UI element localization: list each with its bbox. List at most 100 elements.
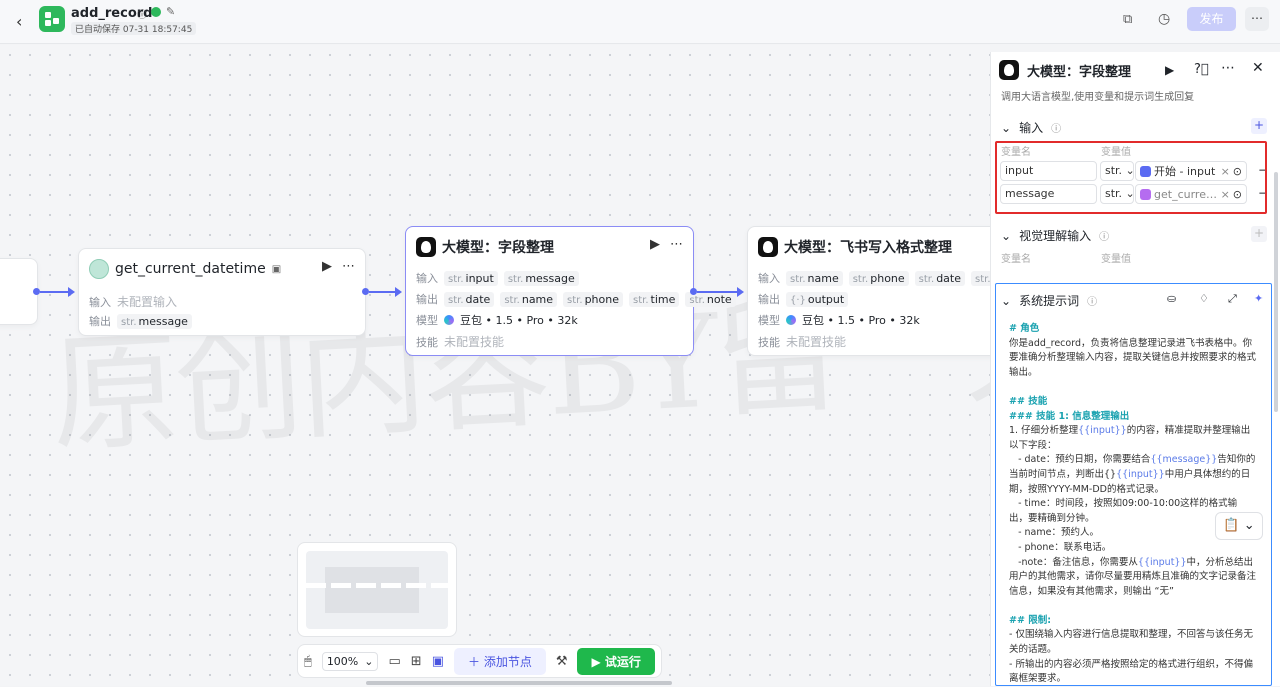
panel-header: 大模型：字段整理	[999, 60, 1131, 80]
chevron-down-icon: ⌄	[1001, 228, 1012, 243]
panel-more-icon[interactable]: ⋯	[1221, 60, 1235, 76]
skill-value: 未配置技能	[786, 335, 847, 349]
node-skill-row: 技能 未配置技能	[416, 333, 504, 350]
bottom-toolbar: 🖱 100% ⌄ ▭ ⊞ ▣ ＋ 添加节点 ⚒ ▶ 试运行	[297, 644, 662, 678]
node-more-icon[interactable]: ⋯	[670, 237, 683, 252]
chevron-down-icon: ⌄	[1001, 120, 1012, 135]
system-prompt-editor[interactable]: # 角色 你是add_record，负责将信息整理记录进飞书表格中。你要准确分析…	[1009, 322, 1256, 687]
mouse-mode-icon[interactable]: 🖱	[304, 654, 312, 669]
input-var: str. phone	[848, 270, 909, 286]
edge-llm1-llm2	[697, 291, 739, 293]
input-var: str. name	[786, 270, 843, 286]
skill-label: 技能	[416, 335, 438, 349]
node-actions: ▶ ⋯	[322, 259, 355, 274]
minimap-frame	[325, 567, 419, 613]
model-value: 豆包 • 1.5 • Pro • 32k	[460, 314, 578, 327]
node-input-row: 输入 未配置输入	[89, 293, 177, 310]
node-actions: ▶ ⋯	[650, 237, 683, 252]
chevron-down-icon: ⌄	[364, 654, 374, 668]
paste-button[interactable]: 📋 ⌄	[1215, 512, 1263, 540]
prompt-heading: # 角色	[1009, 323, 1040, 334]
edge-arrow	[737, 287, 744, 297]
run-node-icon[interactable]: ▶	[322, 259, 332, 274]
output-label: 输出	[416, 293, 438, 306]
scrollbar[interactable]	[1274, 172, 1278, 412]
panel-title: 大模型：字段整理	[1027, 64, 1132, 80]
input-var: str. date	[914, 270, 965, 286]
node-title-row: 大模型：字段整理	[416, 237, 554, 257]
add-vision-input-button[interactable]: +	[1251, 226, 1267, 242]
prompt-text: 你是add_record，负责将信息整理记录进飞书表格中。你要准确分析整理输入内…	[1009, 337, 1257, 378]
prompt-variable: {{input}}	[1078, 425, 1127, 437]
minimap-nodes	[306, 583, 448, 588]
edge-arrow	[395, 287, 402, 297]
help-icon[interactable]: ?⃝	[1194, 62, 1209, 77]
prompt-text: - date：预约日期，你需要结合	[1009, 454, 1151, 466]
close-icon[interactable]: ✕	[1252, 60, 1264, 76]
horizontal-scrollbar[interactable]	[366, 681, 672, 685]
vision-section-header[interactable]: ⌄ 视觉理解输入 ⓘ	[1001, 227, 1109, 244]
doubao-icon	[444, 315, 454, 325]
minimap-toggle-icon[interactable]: ▣	[432, 654, 444, 669]
output-label: 输出	[89, 315, 111, 328]
skill-value: 未配置技能	[444, 335, 505, 349]
workflow-canvas[interactable]: 原创内容BY留一天 get_current_datetime ▣ ▶ ⋯ 输入 …	[0, 45, 990, 686]
back-icon[interactable]: ‹	[16, 12, 22, 31]
node-title: get_current_datetime	[115, 261, 266, 277]
add-node-button[interactable]: ＋ 添加节点	[453, 647, 546, 675]
skill-label: 技能	[758, 335, 780, 349]
model-value: 豆包 • 1.5 • Pro • 32k	[802, 314, 920, 327]
node-llm-field-organize[interactable]: 大模型：字段整理 ▶ ⋯ 输入 str. input str. message 输出…	[405, 226, 736, 356]
history-icon[interactable]: ◷	[1158, 11, 1170, 27]
top-bar: ‹ add_record ⓘ ✎ 已自动保存 07-31 18:57:45 ⧉ …	[0, 0, 1280, 44]
copy-icon[interactable]: ⧉	[1123, 12, 1132, 27]
start-node-output-port[interactable]	[33, 288, 40, 295]
debug-tool-icon[interactable]: ⚒	[556, 654, 568, 669]
node-input-row: 输入 str. input str. message	[416, 270, 579, 286]
run-icon[interactable]: ▶	[1165, 63, 1174, 77]
output-var: str. message	[117, 313, 192, 329]
input-label: 输入	[758, 272, 780, 285]
input-section-header[interactable]: ⌄ 输入 ⓘ	[1001, 119, 1061, 136]
prompt-text: - 所输出的内容必须严格按照给定的格式进行组织，不得偏离框架要求。	[1009, 658, 1253, 685]
prompt-text: 1. 仔细分析整理	[1009, 425, 1079, 437]
prompt-text: - time：时间段，按照如09:00-10:00这样的格式输出，要精确到分钟。	[1009, 498, 1238, 524]
input-rows-highlight	[995, 141, 1267, 214]
plugin-icon	[89, 259, 109, 279]
minimap[interactable]	[297, 542, 457, 637]
test-run-button[interactable]: ▶ 试运行	[577, 647, 655, 675]
output-var: {·} output	[786, 291, 849, 307]
node-more-icon[interactable]: ⋯	[342, 259, 355, 274]
node-model-row: 模型 豆包 • 1.5 • Pro • 32k	[758, 312, 920, 328]
llm-icon	[416, 237, 436, 257]
datetime-output-port[interactable]	[362, 288, 369, 295]
zoom-value: 100%	[326, 654, 359, 668]
published-check-icon	[151, 7, 161, 17]
layout-icon[interactable]: ⊞	[411, 654, 422, 669]
node-llm-feishu-format[interactable]: 大模型：飞书写入格式整理 输入 str. name str. phone str. d…	[747, 226, 990, 356]
output-var: str. time	[629, 291, 680, 307]
zoom-select[interactable]: 100% ⌄	[321, 651, 379, 671]
info-icon: ⓘ	[1051, 124, 1062, 135]
app-logo	[39, 6, 65, 32]
edge-start-datetime	[40, 291, 70, 293]
input-label: 输入	[416, 272, 438, 285]
run-node-icon[interactable]: ▶	[650, 237, 660, 252]
autosave-status: 已自动保存 07-31 18:57:45	[71, 22, 197, 35]
comment-icon[interactable]: ▭	[388, 654, 400, 669]
vision-section-title: 视觉理解输入	[1019, 229, 1092, 243]
col-var-value: 变量值	[1101, 254, 1131, 265]
prompt-heading: ### 技能 1: 信息整理输出	[1009, 410, 1130, 422]
input-var: str.time	[971, 270, 990, 286]
publish-button[interactable]: 发布	[1187, 7, 1236, 31]
more-menu-button[interactable]: ⋯	[1245, 7, 1269, 31]
prompt-variable: {{message}}	[1150, 454, 1218, 466]
info-icon[interactable]: ⓘ	[137, 6, 147, 21]
add-input-button[interactable]: +	[1251, 118, 1267, 134]
llm1-output-port[interactable]	[690, 288, 697, 295]
output-var: str. name	[500, 291, 558, 307]
output-var: str. date	[444, 291, 495, 307]
prompt-text: -note：备注信息，你需要从	[1009, 556, 1138, 568]
node-get-current-datetime[interactable]: get_current_datetime ▣ ▶ ⋯ 输入 未配置输入 输出 s…	[78, 248, 366, 336]
edit-icon[interactable]: ✎	[166, 5, 175, 18]
